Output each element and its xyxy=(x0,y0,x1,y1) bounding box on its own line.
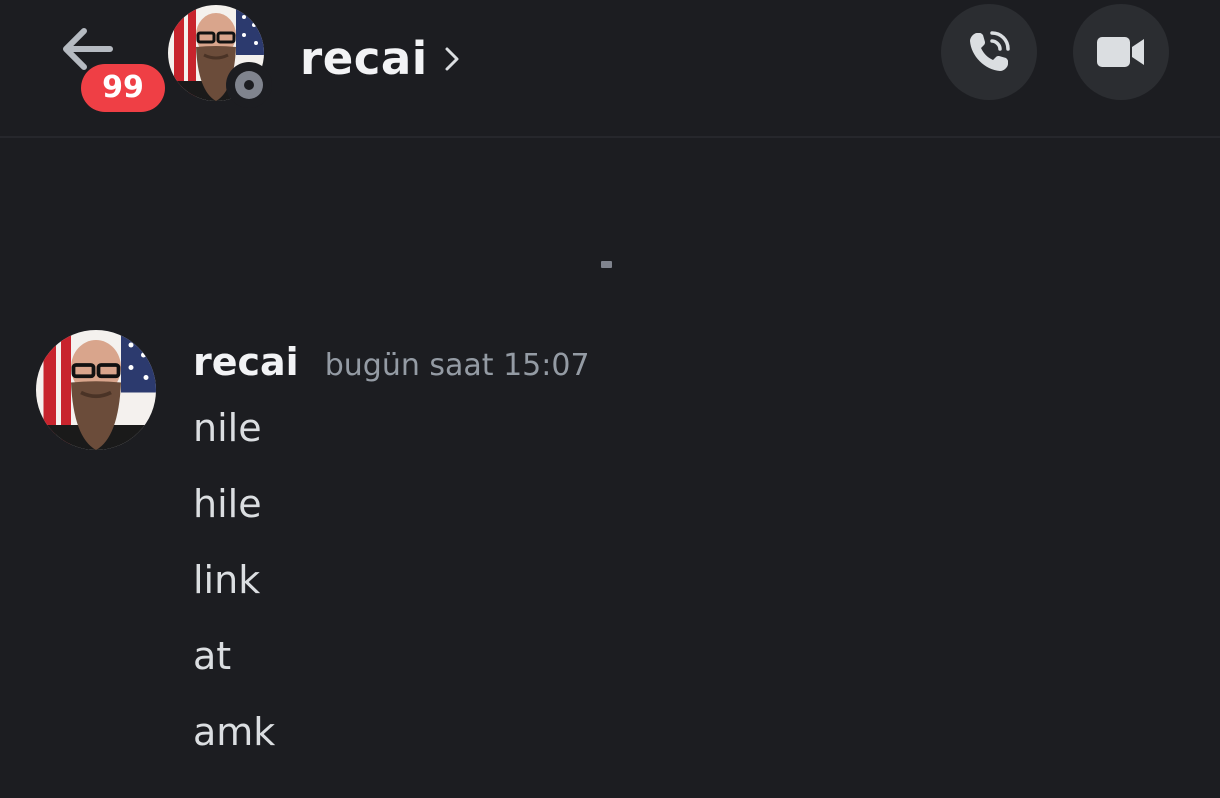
message-author[interactable]: recai xyxy=(193,340,299,384)
message-content: nile hile link at amk xyxy=(193,402,275,782)
message-text[interactable]: nile xyxy=(193,402,275,478)
message-timestamp: bugün saat 15:07 xyxy=(324,348,590,383)
avatar[interactable] xyxy=(36,330,156,450)
channel-title-button[interactable]: recai xyxy=(300,28,460,88)
unread-badge: 99 xyxy=(81,64,165,112)
status-indicator xyxy=(226,62,272,108)
page-title: recai xyxy=(300,31,428,85)
voice-call-button[interactable] xyxy=(941,4,1037,100)
video-camera-icon xyxy=(1097,37,1144,67)
loading-indicator xyxy=(601,261,612,268)
chevron-right-icon xyxy=(445,47,459,71)
offline-status-icon xyxy=(235,71,263,99)
dm-screen: 99 recai recai bugün saat 15:07 nile hil… xyxy=(0,0,1220,798)
message-text[interactable]: amk xyxy=(193,706,275,782)
top-bar: 99 recai xyxy=(0,0,1220,138)
message-header: recai bugün saat 15:07 xyxy=(193,340,590,384)
message-text[interactable]: hile xyxy=(193,478,275,554)
message-text[interactable]: at xyxy=(193,630,275,706)
message-text[interactable]: link xyxy=(193,554,275,630)
phone-call-icon xyxy=(970,31,1010,71)
video-call-button[interactable] xyxy=(1073,4,1169,100)
